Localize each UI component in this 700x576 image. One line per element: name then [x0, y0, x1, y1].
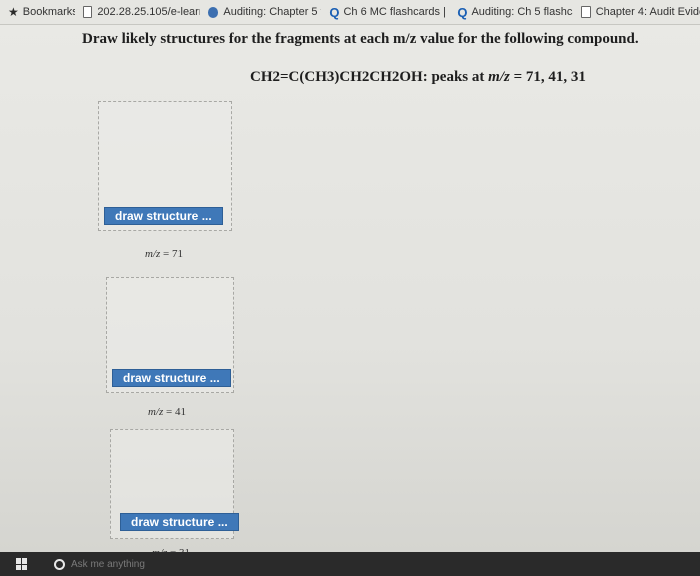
- draw-structure-button-1[interactable]: draw structure ...: [104, 207, 223, 225]
- draw-structure-button-2[interactable]: draw structure ...: [112, 369, 231, 387]
- q-icon: Q: [329, 4, 340, 20]
- compound-formula: CH2=C(CH3)CH2CH2OH: [250, 69, 423, 85]
- bookmark-ch6-flashcards[interactable]: Q Ch 6 MC flashcards | Q: [329, 5, 449, 20]
- bookmark-auditing-chapter-5[interactable]: Auditing: Chapter 5 fl: [207, 6, 321, 18]
- bookmark-chapter4[interactable]: Chapter 4: Audit Evide: [581, 6, 700, 18]
- windows-taskbar: Ask me anything: [0, 552, 700, 576]
- q-icon: Q: [457, 4, 468, 20]
- windows-start-icon[interactable]: [16, 558, 28, 570]
- question-page: Draw likely structures for the fragments…: [0, 25, 700, 559]
- peaks-values: = 71, 41, 31: [513, 69, 586, 85]
- question-instruction: Draw likely structures for the fragments…: [82, 31, 639, 47]
- page-icon: [82, 6, 93, 18]
- quizlet-icon: [207, 6, 219, 18]
- bookmark-bookmarks[interactable]: ★ Bookmarks: [8, 5, 75, 19]
- taskbar-search-input[interactable]: Ask me anything: [71, 559, 145, 570]
- mz-symbol: m/z: [488, 69, 510, 85]
- fragment-mz-label-1: m/z = 71: [145, 248, 183, 260]
- bookmarks-bar: ★ Bookmarks 202.28.25.105/e-learn Auditi…: [0, 0, 700, 25]
- star-icon: ★: [8, 5, 19, 19]
- page-icon: [581, 6, 591, 18]
- compound-line: CH2=C(CH3)CH2CH2OH: peaks at m/z = 71, 4…: [250, 69, 586, 85]
- fragment-mz-label-2: m/z = 41: [148, 406, 186, 418]
- bookmark-auditing-ch5[interactable]: Q Auditing: Ch 5 flashca: [457, 5, 573, 20]
- draw-structure-button-3[interactable]: draw structure ...: [120, 513, 239, 531]
- peaks-label: peaks at: [431, 69, 485, 85]
- cortana-icon[interactable]: [54, 558, 65, 570]
- bookmark-elearn[interactable]: 202.28.25.105/e-learn: [82, 6, 200, 18]
